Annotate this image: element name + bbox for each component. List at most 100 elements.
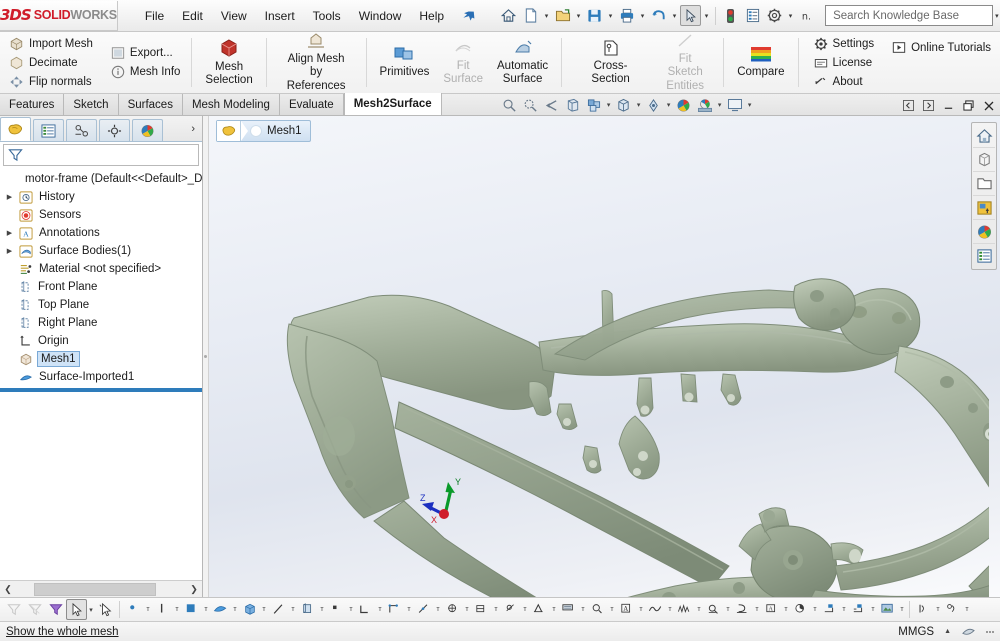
hide-show-caret[interactable]: ▾	[665, 101, 673, 109]
display-states-icon[interactable]	[973, 244, 995, 268]
filter-vertices-icon[interactable]	[123, 599, 144, 620]
scene-icon[interactable]	[695, 95, 715, 115]
mesh-selection-button[interactable]: Mesh Selection	[198, 34, 259, 91]
display-style-icon[interactable]	[614, 95, 634, 115]
filter-solid-bodies-icon[interactable]	[239, 599, 260, 620]
tree-root-item[interactable]: motor-frame (Default<<Default>_D	[0, 170, 202, 188]
filter-hole-callout-caret[interactable]: ᴛ	[934, 606, 942, 613]
gear-icon[interactable]	[764, 5, 785, 26]
filter-weld-beads-caret[interactable]: ᴛ	[492, 606, 500, 613]
zoom-area-icon[interactable]	[521, 95, 541, 115]
breadcrumb-part-icon[interactable]	[217, 121, 241, 141]
cross-section-button[interactable]: Cross-Section	[568, 35, 653, 90]
graphics-viewport[interactable]: Mesh1	[209, 116, 1000, 597]
tree-scroll-thumb[interactable]	[34, 583, 156, 596]
pushpin-icon[interactable]	[460, 6, 478, 24]
filter-sketch-icon[interactable]	[355, 599, 376, 620]
configuration-manager-tab[interactable]	[66, 119, 97, 141]
filter-surface-finish-caret[interactable]: ᴛ	[579, 606, 587, 613]
filter-dowel-symbols-icon[interactable]	[500, 599, 521, 620]
options-list-icon[interactable]	[742, 5, 763, 26]
filter-dowel-symbols-caret[interactable]: ᴛ	[521, 606, 529, 613]
minimize-doc-icon[interactable]	[941, 98, 956, 113]
tab-evaluate[interactable]: Evaluate	[280, 94, 344, 115]
export-button[interactable]: Export...	[106, 44, 186, 62]
tree-item-right-plane[interactable]: Right Plane	[0, 314, 202, 332]
tab-surfaces[interactable]: Surfaces	[119, 94, 183, 115]
status-units-caret[interactable]: ▲	[944, 628, 951, 635]
open-folder-icon[interactable]	[973, 172, 995, 196]
display-manager-tab[interactable]	[132, 119, 163, 141]
save-caret[interactable]: ▾	[606, 12, 615, 20]
settings-item[interactable]: Settings	[809, 35, 880, 53]
viewport-icon[interactable]	[725, 95, 745, 115]
restore-doc-icon[interactable]	[961, 98, 976, 113]
license-item[interactable]: License	[809, 54, 880, 72]
property-manager-tab[interactable]	[33, 119, 64, 141]
tree-filter-bar[interactable]	[3, 144, 199, 166]
mesh-info-button[interactable]: Mesh Info	[106, 63, 186, 81]
import-mesh-button[interactable]: Import Mesh	[4, 35, 98, 53]
scene-caret[interactable]: ▾	[716, 101, 724, 109]
filter-balloons-caret[interactable]: ᴛ	[637, 606, 645, 613]
menu-file[interactable]: File	[136, 5, 173, 27]
open-folder-icon[interactable]	[552, 5, 573, 26]
filter-notes-icon[interactable]	[587, 599, 608, 620]
filter-edges-icon[interactable]	[152, 599, 173, 620]
filter-edges-caret[interactable]: ᴛ	[173, 606, 181, 613]
select-caret[interactable]: ▾	[702, 12, 711, 20]
filter-geo-tolerance-icon[interactable]: A	[761, 599, 782, 620]
filter-connection-point-icon[interactable]	[819, 599, 840, 620]
filter-blocks-caret[interactable]: ᴛ	[724, 606, 732, 613]
filter-geo-tolerance-caret[interactable]: ᴛ	[782, 606, 790, 613]
print-caret[interactable]: ▾	[638, 12, 647, 20]
home-icon[interactable]	[498, 5, 519, 26]
filter-tables-icon[interactable]	[942, 599, 963, 620]
tab-features[interactable]: Features	[0, 94, 64, 115]
filter-blocks-icon[interactable]	[703, 599, 724, 620]
align-mesh-button[interactable]: Align Mesh by References	[273, 28, 360, 97]
filter-center-marks-icon[interactable]	[442, 599, 463, 620]
filter-sketch-caret[interactable]: ᴛ	[376, 606, 384, 613]
viewport-caret[interactable]: ▾	[746, 101, 754, 109]
dimxpert-manager-tab[interactable]	[99, 119, 130, 141]
menu-help[interactable]: Help	[410, 5, 453, 27]
filter-center-marks-caret[interactable]: ᴛ	[463, 606, 471, 613]
filter-route-point-icon[interactable]	[848, 599, 869, 620]
filter-cosmetic-threads-icon[interactable]	[674, 599, 695, 620]
filter-sketch-segments-caret[interactable]: ᴛ	[405, 606, 413, 613]
filter-cosmetic-threads-caret[interactable]: ᴛ	[695, 606, 703, 613]
tree-rollback-bar[interactable]	[0, 388, 202, 392]
filter-clear-icon[interactable]	[24, 599, 45, 620]
filter-annotations-icon[interactable]	[645, 599, 666, 620]
solidworks-logo[interactable]: 3DS SOLIDWORKS	[0, 1, 118, 31]
tree-horizontal-scrollbar[interactable]: ❮ ❯	[0, 580, 202, 597]
automatic-surface-button[interactable]: Automatic Surface	[490, 35, 555, 90]
online-tutorials-item[interactable]: Online Tutorials	[887, 39, 996, 56]
tree-item-mesh1[interactable]: Mesh1	[0, 350, 202, 368]
filter-dimensions-caret[interactable]: ᴛ	[550, 606, 558, 613]
filter-route-point-caret[interactable]: ᴛ	[869, 606, 877, 613]
filter-sketch-segments-icon[interactable]	[384, 599, 405, 620]
menu-edit[interactable]: Edit	[173, 5, 212, 27]
filter-tables-caret[interactable]: ᴛ	[963, 606, 971, 613]
filter-surface-finish-icon[interactable]	[558, 599, 579, 620]
filter-balloons-icon[interactable]: A	[616, 599, 637, 620]
filter-points-caret[interactable]: ᴛ	[347, 606, 355, 613]
view-orientation-icon[interactable]	[584, 95, 604, 115]
filter-surface-bodies-caret[interactable]: ᴛ	[231, 606, 239, 613]
menu-tools[interactable]: Tools	[304, 5, 350, 27]
primitives-button[interactable]: Primitives	[373, 41, 437, 83]
filter-points-icon[interactable]	[326, 599, 347, 620]
close-doc-icon[interactable]	[981, 98, 996, 113]
tab-mesh2surface[interactable]: Mesh2Surface	[344, 93, 442, 115]
tree-scroll-track[interactable]	[16, 583, 186, 596]
breadcrumb[interactable]: Mesh1	[216, 120, 311, 142]
history-expander[interactable]: ▶	[4, 193, 15, 201]
tree-item-top-plane[interactable]: Top Plane	[0, 296, 202, 314]
decimate-button[interactable]: Decimate	[4, 54, 98, 72]
restore-left-icon[interactable]	[901, 98, 916, 113]
tree-scroll-right-arrow[interactable]: ❯	[186, 584, 202, 595]
filter-midpoints-caret[interactable]: ᴛ	[434, 606, 442, 613]
tab-sketch[interactable]: Sketch	[64, 94, 118, 115]
